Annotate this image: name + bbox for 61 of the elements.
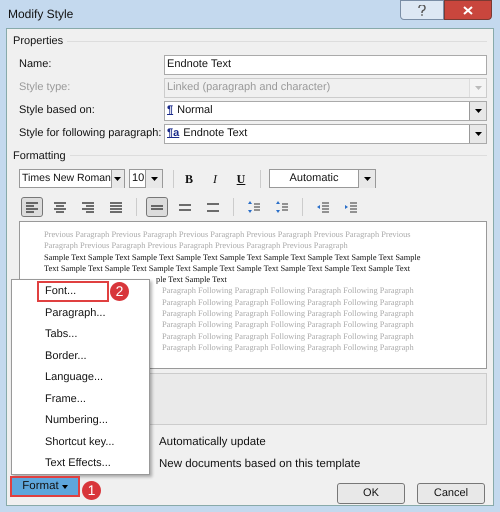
option-label: New documents based on this template xyxy=(159,457,362,472)
caret-icon xyxy=(62,484,68,488)
section-heading: Formatting xyxy=(13,148,66,164)
menu-item[interactable]: Numbering... xyxy=(37,410,114,432)
align-justify-icon xyxy=(109,200,123,214)
input-field[interactable]: Endnote Text xyxy=(164,54,487,74)
indent-icon xyxy=(344,200,358,214)
menu-item[interactable]: Shortcut key... xyxy=(37,431,120,452)
align-center-icon xyxy=(53,200,67,214)
menu-item[interactable]: Text Effects... xyxy=(37,452,117,474)
menu-item[interactable]: Paragraph... xyxy=(37,302,112,324)
italic-button[interactable]: I xyxy=(204,170,226,188)
font-dropdown[interactable]: Times New Roman xyxy=(19,169,125,188)
help-icon xyxy=(418,4,426,16)
spacing-arrows-icon xyxy=(247,200,261,214)
line-spacing-button[interactable] xyxy=(146,197,168,217)
preview-text: ple Text Sample Text xyxy=(156,274,227,286)
cancel-button[interactable]: Cancel xyxy=(417,482,485,504)
ok-button[interactable]: OK xyxy=(337,482,405,504)
close-button[interactable] xyxy=(444,0,492,20)
preview-text: Paragraph Following Paragraph Following Paragraph Following Paragraph xyxy=(162,308,414,320)
preview-text: Paragraph Following Paragraph Following Paragraph Following Paragraph xyxy=(162,296,414,308)
preview-text: Sample Text Sample Text Sample Text Sample Text Sample Text Sample Text Sample Text Sample Text Sample xyxy=(44,252,422,263)
field-value: Normal xyxy=(177,103,213,118)
preview-text: Text Sample Text Sample Text Sample Text Sample Text Sample Text Sample Text Sample Text Sample Text xyxy=(44,262,412,274)
style-glyph: ¶ xyxy=(167,103,174,118)
menu-item[interactable]: Border... xyxy=(37,345,93,367)
field-label: Name: xyxy=(19,57,52,72)
menu-item[interactable]: Frame... xyxy=(37,388,92,410)
bold-button[interactable]: B xyxy=(178,170,200,188)
align-left-icon xyxy=(25,200,39,214)
field-value: Endnote Text xyxy=(167,57,232,72)
style-glyph: ¶a xyxy=(167,126,180,142)
field-label: Style for following paragraph: xyxy=(19,126,162,142)
close-icon xyxy=(463,6,473,14)
field-value: Endnote Text xyxy=(183,126,248,142)
preview-text: Previous Paragraph Previous Paragraph Previous Paragraph Previous Paragraph Previous Paragraph Previous xyxy=(44,229,412,240)
size-dropdown[interactable]: 10 xyxy=(129,169,163,188)
preview-text: Paragraph Previous Paragraph Previous Paragraph Previous Paragraph Previous Paragraph xyxy=(44,240,349,252)
dropdown-field[interactable]: ¶ Normal xyxy=(164,100,487,120)
format-button[interactable]: Format xyxy=(10,476,80,497)
menu-item[interactable]: Language... xyxy=(37,366,110,388)
align-button[interactable] xyxy=(21,197,43,217)
menu-item[interactable]: Tabs... xyxy=(37,324,84,346)
dropdown-field[interactable]: ¶a Endnote Text xyxy=(164,124,487,144)
align-right-icon xyxy=(81,200,95,214)
field-value: Linked (paragraph and character) xyxy=(167,80,330,96)
underline-button[interactable]: U xyxy=(230,170,252,188)
indent-icon xyxy=(316,200,330,214)
menu-item[interactable]: Font... xyxy=(37,281,109,302)
option-label: Automatically update xyxy=(159,435,267,450)
preview-text: Paragraph Following Paragraph Following Paragraph Following Paragraph xyxy=(162,330,414,342)
spacing-arrows-icon xyxy=(275,200,289,214)
color-dropdown[interactable]: Automatic xyxy=(269,169,376,188)
field-label: Style based on: xyxy=(19,103,96,118)
section-heading: Properties xyxy=(13,34,64,49)
preview-text: Paragraph Following Paragraph Following Paragraph Following Paragraph xyxy=(162,285,414,297)
preview-text: Paragraph Following Paragraph Following Paragraph Following Paragraph xyxy=(162,342,414,354)
window-title: Modify Style xyxy=(8,6,74,23)
preview-text: Paragraph Following Paragraph Following Paragraph Following Paragraph xyxy=(162,319,414,331)
field-label: Style type: xyxy=(19,80,72,96)
